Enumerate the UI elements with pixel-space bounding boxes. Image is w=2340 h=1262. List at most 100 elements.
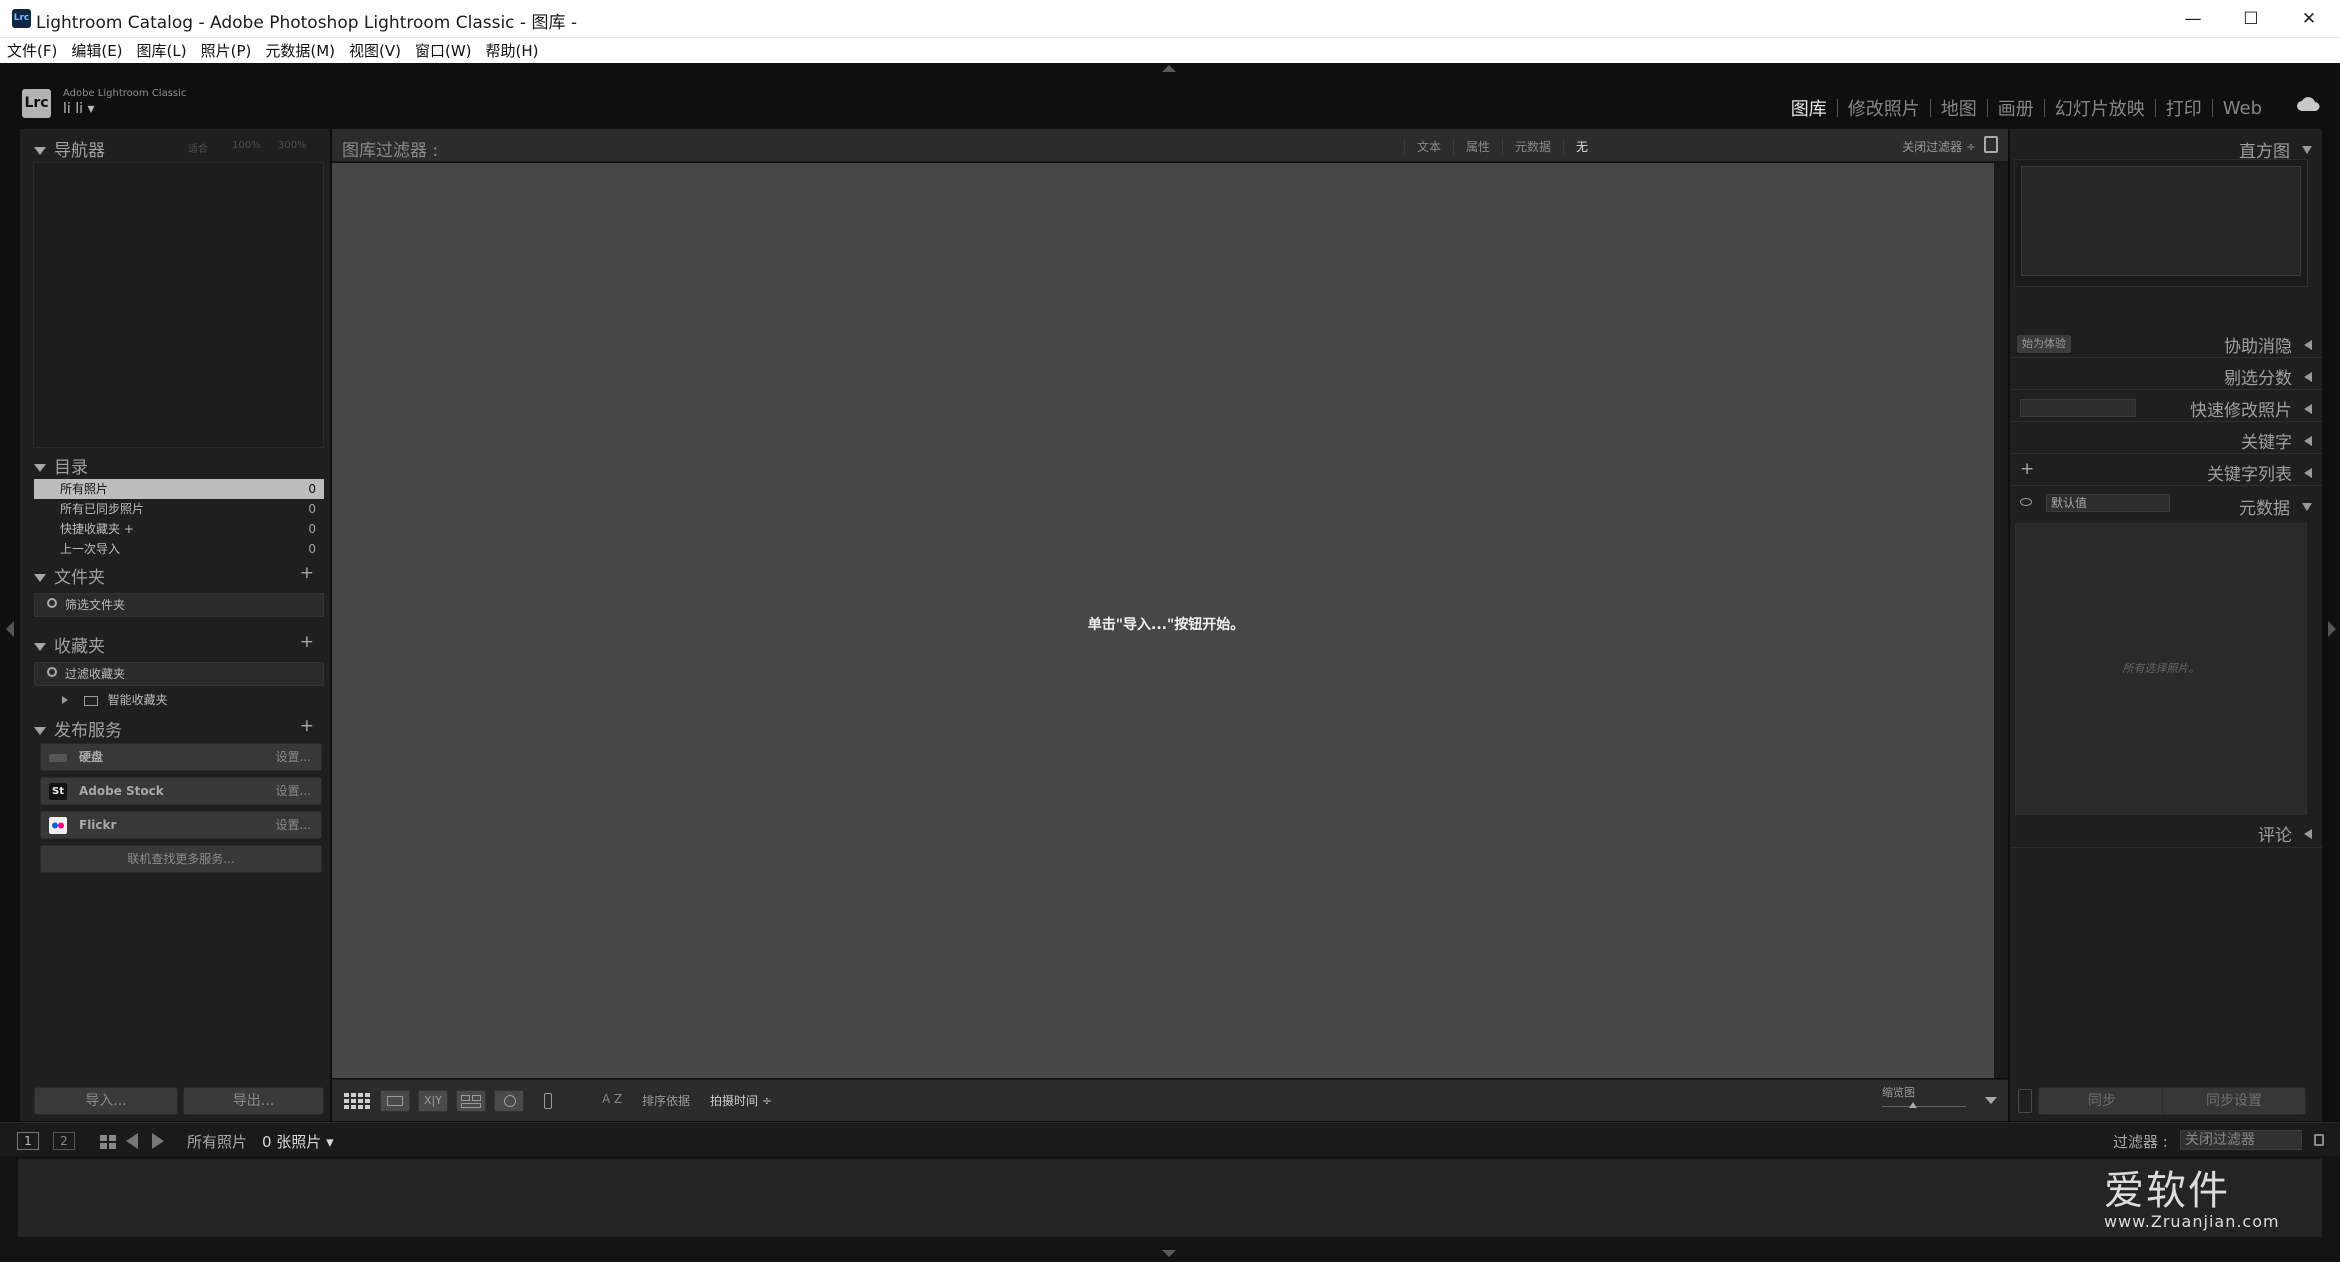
filmstrip-thumbnails-area[interactable] [18, 1159, 2322, 1237]
filmstrip-filter-select[interactable]: 关闭过滤器 [2180, 1130, 2302, 1150]
folder-filter-input[interactable]: 筛选文件夹 [34, 593, 324, 617]
sync-settings-button[interactable]: 同步设置 [2162, 1087, 2306, 1115]
window-title: Lightroom Catalog - Adobe Photoshop Ligh… [36, 13, 578, 33]
menu-metadata[interactable]: 元数据(M) [265, 40, 335, 61]
eye-icon[interactable] [2020, 498, 2032, 506]
grid-scrollbar[interactable] [1994, 163, 2008, 1078]
metadata-preset-select[interactable]: 默认值 [2046, 494, 2170, 512]
keyword-list-header[interactable]: 关键字列表 [2207, 460, 2312, 485]
survey-view-icon[interactable] [456, 1090, 486, 1112]
compare-view-icon[interactable]: X|Y [418, 1090, 448, 1112]
navigator-fit[interactable]: 适合 [188, 140, 208, 155]
collapse-bottom-panel-icon[interactable] [1162, 1250, 1176, 1257]
find-more-services-button[interactable]: 联机查找更多服务... [40, 845, 322, 873]
close-button[interactable]: ✕ [2280, 0, 2338, 38]
publish-adobe-stock[interactable]: St Adobe Stock 设置... [40, 777, 322, 805]
menu-edit[interactable]: 编辑(E) [71, 40, 122, 61]
export-button[interactable]: 导出... [183, 1087, 324, 1115]
catalog-item-previous-import[interactable]: 上一次导入 0 [34, 539, 324, 559]
grid-icon[interactable] [100, 1134, 116, 1149]
window-2-button[interactable]: 2 [53, 1132, 75, 1150]
sync-button[interactable]: 同步 [2038, 1087, 2166, 1115]
sort-select[interactable]: 拍摄时间 ÷ [710, 1092, 772, 1109]
spray-can-icon[interactable] [540, 1090, 556, 1112]
filter-attribute[interactable]: 属性 [1453, 138, 1502, 155]
module-library[interactable]: 图库 [1781, 95, 1837, 121]
add-publish-service-icon[interactable]: + [300, 716, 314, 736]
quick-panel-header-2[interactable]: 剔选分数 [2224, 364, 2312, 389]
lock-icon[interactable] [1984, 136, 1998, 153]
minimize-button[interactable]: — [2164, 0, 2222, 38]
grid-view-icon[interactable] [342, 1090, 372, 1112]
module-print[interactable]: 打印 [2156, 95, 2212, 121]
collection-filter-input[interactable]: 过滤收藏夹 [34, 662, 324, 686]
saved-preset-select[interactable] [2020, 399, 2136, 417]
module-web[interactable]: Web [2213, 98, 2272, 119]
filter-metadata[interactable]: 元数据 [1502, 138, 1563, 155]
publish-hard-drive[interactable]: 硬盘 设置... [40, 743, 322, 771]
menu-help[interactable]: 帮助(H) [486, 40, 539, 61]
filter-preset-select[interactable]: 关闭过滤器 ÷ [1902, 138, 1976, 155]
filter-text[interactable]: 文本 [1404, 138, 1453, 155]
module-develop[interactable]: 修改照片 [1838, 95, 1930, 121]
toolbar-options-chevron-icon[interactable] [1985, 1097, 1997, 1104]
forward-arrow-icon[interactable] [152, 1133, 164, 1149]
slider-thumb-icon[interactable] [1909, 1102, 1917, 1108]
module-map[interactable]: 地图 [1931, 95, 1987, 121]
publish-setup-link[interactable]: 设置... [276, 744, 311, 770]
publish-setup-link[interactable]: 设置... [276, 778, 311, 804]
keywording-header[interactable]: 关键字 [2241, 428, 2312, 453]
filter-none[interactable]: 无 [1563, 138, 1600, 155]
menu-library[interactable]: 图库(L) [137, 40, 187, 61]
publish-setup-link[interactable]: 设置... [276, 812, 311, 838]
menu-file[interactable]: 文件(F) [7, 40, 57, 61]
add-collection-icon[interactable]: + [300, 632, 314, 652]
metadata-header[interactable]: 元数据 [2239, 494, 2312, 519]
collections-header[interactable]: 收藏夹 [34, 632, 105, 657]
catalog-header[interactable]: 目录 [34, 453, 88, 478]
back-arrow-icon[interactable] [126, 1133, 138, 1149]
publish-header[interactable]: 发布服务 [34, 716, 122, 741]
panel-divider [2010, 453, 2322, 454]
filter-lock-icon[interactable] [2314, 1134, 2324, 1146]
navigator-header[interactable]: 导航器 [34, 136, 105, 161]
import-button[interactable]: 导入... [34, 1087, 178, 1115]
thumbnail-size-slider[interactable] [1882, 1106, 1966, 1107]
people-view-icon[interactable] [494, 1090, 524, 1112]
catalog-item-synced[interactable]: 所有已同步照片 0 [34, 499, 324, 519]
smart-collections-item[interactable]: 智能收藏夹 [62, 690, 302, 710]
navigator-preview[interactable] [33, 162, 324, 448]
collapse-left-panel-icon[interactable] [6, 621, 14, 637]
menu-photo[interactable]: 照片(P) [201, 40, 252, 61]
folders-header[interactable]: 文件夹 [34, 563, 105, 588]
window-1-button[interactable]: 1 [17, 1132, 39, 1150]
quick-panel-header-1[interactable]: 协助消隐 [2224, 332, 2312, 357]
filter-options: 文本 属性 元数据 无 [1404, 138, 1600, 155]
loupe-view-icon[interactable] [380, 1090, 410, 1112]
add-keyword-icon[interactable]: + [2020, 459, 2034, 479]
menu-window[interactable]: 窗口(W) [415, 40, 472, 61]
comments-header[interactable]: 评论 [2258, 821, 2312, 846]
keywording-title: 关键字 [2241, 433, 2292, 453]
maximize-button[interactable]: ☐ [2222, 0, 2280, 38]
add-folder-icon[interactable]: + [300, 563, 314, 583]
navigator-300[interactable]: 300% [278, 140, 307, 151]
comments-title: 评论 [2258, 826, 2292, 846]
catalog-item-all-photos[interactable]: 所有照片 0 [34, 479, 324, 499]
module-slideshow[interactable]: 幻灯片放映 [2045, 95, 2155, 121]
navigator-100[interactable]: 100% [232, 140, 261, 151]
collapse-right-panel-icon[interactable] [2328, 621, 2336, 637]
sort-direction-icon[interactable]: A Z [602, 1092, 622, 1106]
publish-flickr[interactable]: Flickr 设置... [40, 811, 322, 839]
auto-sync-switch[interactable] [2018, 1089, 2032, 1113]
identity-plate[interactable]: li li ▾ [63, 101, 95, 117]
expand-triangle-icon [34, 574, 46, 582]
menu-view[interactable]: 视图(V) [349, 40, 401, 61]
collapse-top-panel-icon[interactable] [1162, 65, 1176, 72]
filmstrip-count[interactable]: 0 张照片 ▾ [262, 1131, 334, 1152]
catalog-item-quick-collection[interactable]: 快捷收藏夹 + 0 [34, 519, 324, 539]
module-book[interactable]: 画册 [1988, 95, 2044, 121]
filmstrip-source[interactable]: 所有照片 [187, 1131, 247, 1152]
cloud-sync-icon[interactable] [2296, 95, 2320, 113]
quick-develop-header[interactable]: 快速修改照片 [2190, 396, 2312, 421]
